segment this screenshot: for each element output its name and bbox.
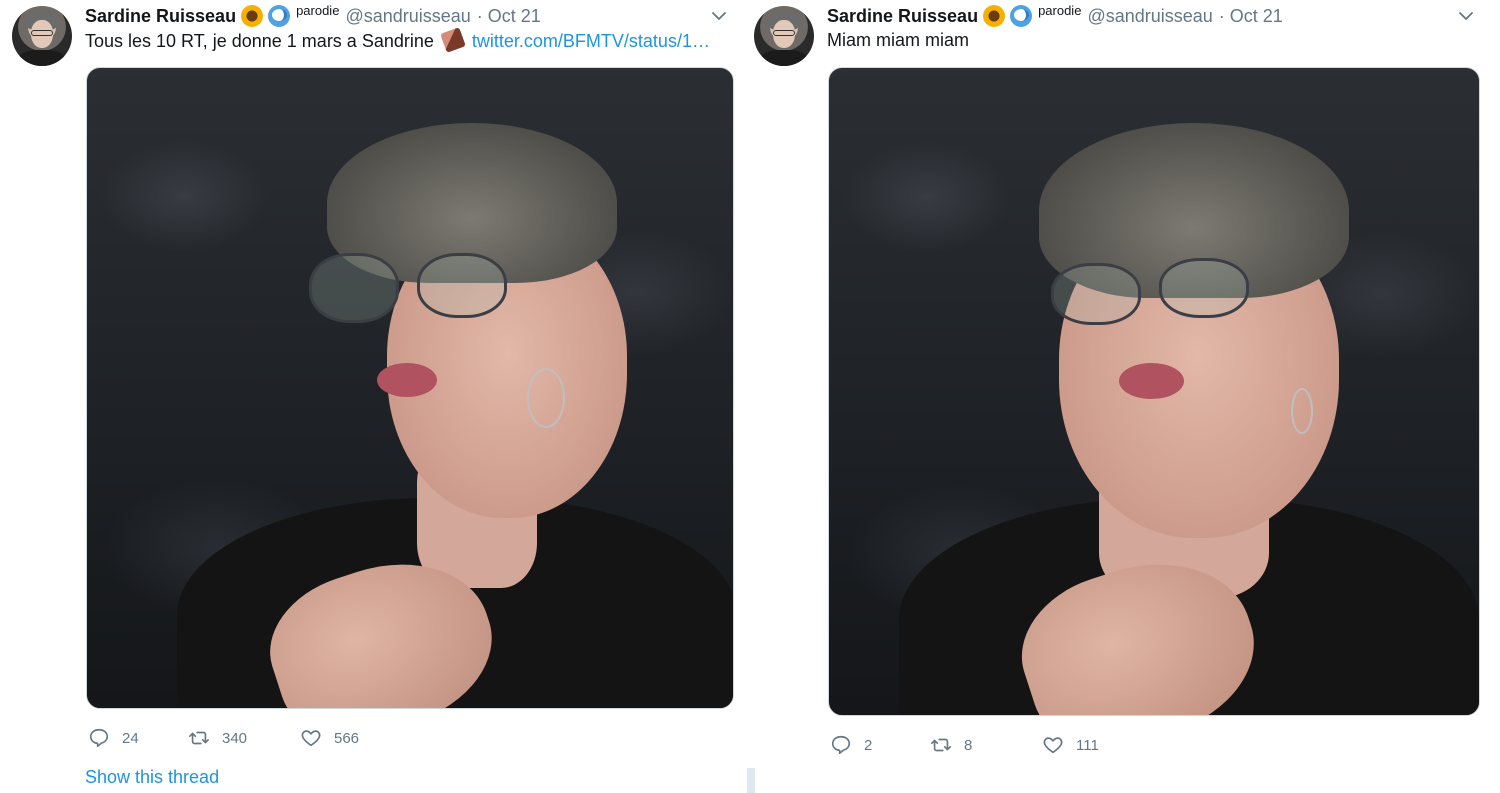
retweet-icon bbox=[189, 731, 209, 745]
like-count: 111 bbox=[1076, 736, 1099, 754]
tweet-photo[interactable] bbox=[828, 67, 1480, 716]
parodie-badge: parodie bbox=[1038, 2, 1082, 18]
tweet-header: Sardine Ruisseau parodie @sandruisseau ·… bbox=[827, 2, 1283, 28]
sunflower-icon bbox=[983, 5, 1006, 27]
heart-icon bbox=[301, 730, 321, 747]
tweet-2[interactable]: Sardine Ruisseau parodie @sandruisseau ·… bbox=[742, 0, 1500, 793]
retweet-count: 8 bbox=[964, 736, 973, 754]
retweet-icon bbox=[931, 738, 951, 752]
avatar[interactable] bbox=[12, 6, 72, 66]
reply-icon bbox=[89, 728, 109, 748]
chocolate-bar-icon bbox=[440, 27, 466, 53]
author-name[interactable]: Sardine Ruisseau bbox=[827, 6, 978, 27]
tweet-actions: 24 340 566 bbox=[88, 727, 412, 749]
tweet-1[interactable]: Sardine Ruisseau parodie @sandruisseau ·… bbox=[0, 0, 742, 793]
reply-button[interactable]: 24 bbox=[88, 727, 188, 749]
tweet-photo[interactable] bbox=[86, 67, 734, 709]
chevron-down-icon[interactable] bbox=[711, 8, 727, 24]
tweet-text: Miam miam miam bbox=[827, 30, 969, 51]
tweet-actions: 2 8 111 bbox=[830, 734, 1154, 756]
show-thread-link[interactable]: Show this thread bbox=[85, 767, 219, 788]
heart-icon bbox=[1043, 737, 1063, 754]
wave-icon bbox=[1010, 5, 1033, 27]
retweet-count: 340 bbox=[222, 729, 248, 747]
photo-subject bbox=[87, 68, 733, 708]
tweet-text-content: Miam miam miam bbox=[827, 30, 969, 50]
retweet-button[interactable]: 8 bbox=[930, 734, 1042, 756]
reply-count: 24 bbox=[122, 729, 139, 747]
scrollbar[interactable] bbox=[747, 768, 755, 793]
reply-count: 2 bbox=[864, 736, 873, 754]
avatar[interactable] bbox=[754, 6, 814, 66]
tweet-text: Tous les 10 RT, je donne 1 mars a Sandri… bbox=[85, 27, 710, 53]
author-handle[interactable]: @sandruisseau bbox=[1087, 6, 1212, 27]
parodie-badge: parodie bbox=[296, 2, 340, 18]
reply-icon bbox=[831, 735, 851, 755]
chevron-down-icon[interactable] bbox=[1458, 8, 1474, 24]
retweet-button[interactable]: 340 bbox=[188, 727, 300, 749]
author-handle[interactable]: @sandruisseau bbox=[345, 6, 470, 27]
like-button[interactable]: 111 bbox=[1042, 734, 1154, 756]
sunflower-icon bbox=[241, 5, 264, 27]
tweet-date[interactable]: · Oct 21 bbox=[477, 6, 541, 27]
author-name[interactable]: Sardine Ruisseau bbox=[85, 6, 236, 27]
reply-button[interactable]: 2 bbox=[830, 734, 930, 756]
like-button[interactable]: 566 bbox=[300, 727, 412, 749]
tweet-text-content: Tous les 10 RT, je donne 1 mars a Sandri… bbox=[85, 31, 434, 51]
tweet-header: Sardine Ruisseau parodie @sandruisseau ·… bbox=[85, 2, 541, 28]
photo-subject bbox=[829, 68, 1479, 715]
wave-icon bbox=[268, 5, 291, 27]
tweet-date[interactable]: · Oct 21 bbox=[1219, 6, 1283, 27]
tweet-link[interactable]: twitter.com/BFMTV/status/1… bbox=[472, 31, 710, 51]
like-count: 566 bbox=[334, 729, 360, 747]
